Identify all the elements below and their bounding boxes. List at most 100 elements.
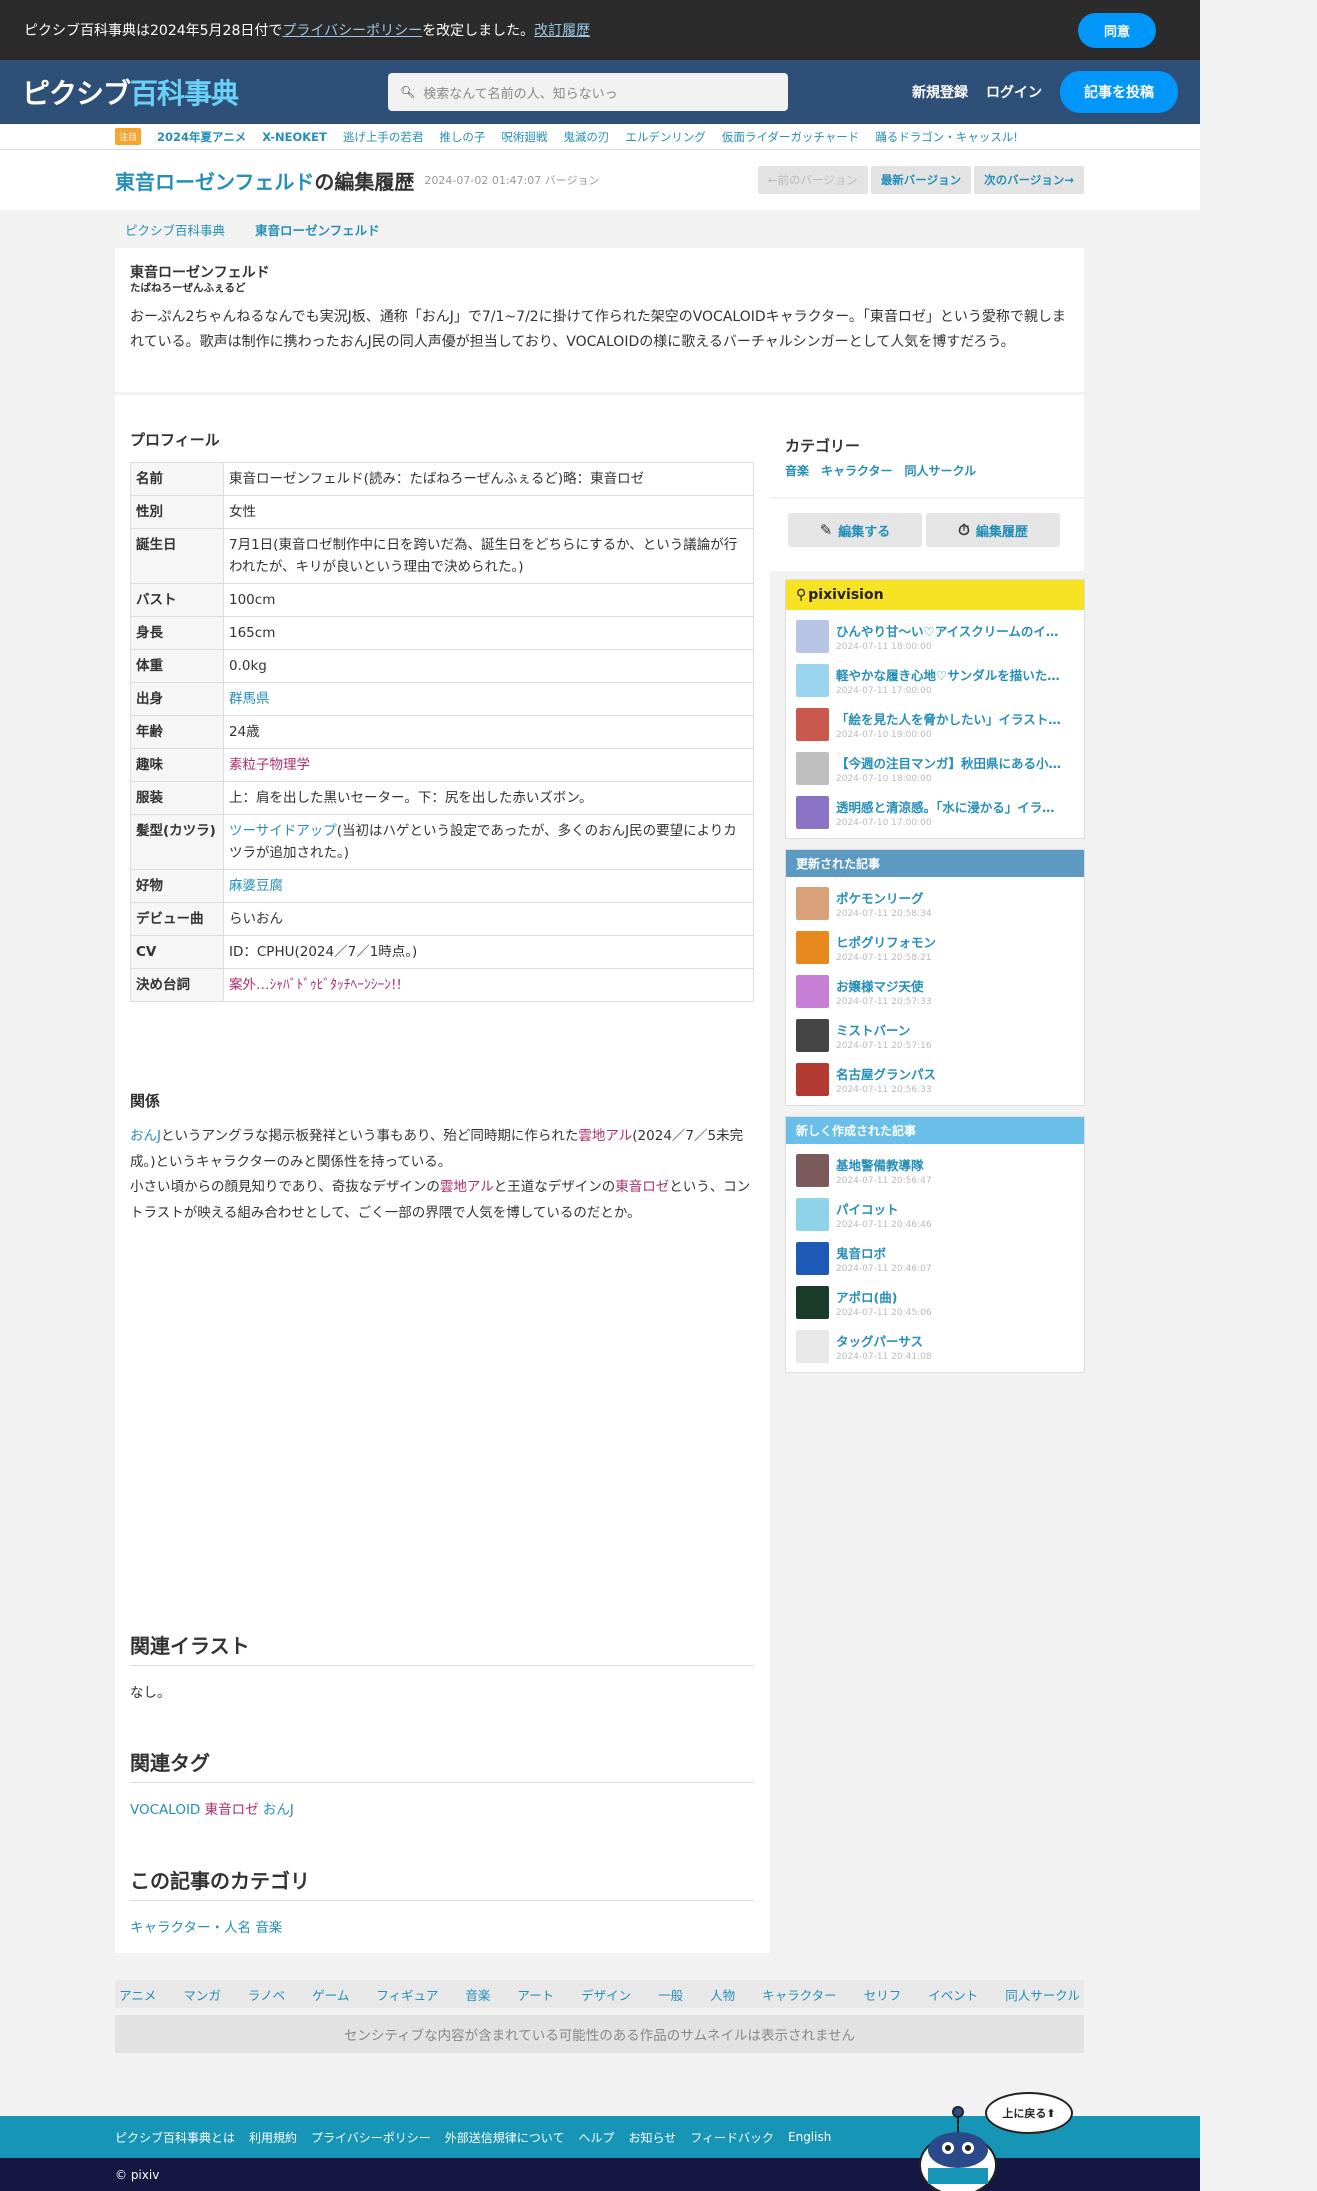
kumochi-aru-link[interactable]: 雲地アル (578, 1128, 632, 1144)
footer-genre-link[interactable]: ラノベ (248, 1985, 285, 2004)
list-item-title[interactable]: 「絵を見た人を脅かしたい」イラストレーター (836, 709, 1066, 728)
trend-item[interactable]: 踊るドラゴン・キャッスル! (875, 129, 1018, 145)
footer-genre-link[interactable]: デザイン (581, 1985, 631, 2004)
latest-version-button[interactable]: 最新バージョン (870, 166, 972, 194)
list-item[interactable]: 【今週の注目マンガ】秋田県にある小さな町 2024-07-10 18:00:00 (786, 746, 1084, 790)
trend-item[interactable]: 2024年夏アニメ (157, 129, 246, 145)
list-item[interactable]: 透明感と清涼感。「水に浸かる」イラスト特集2024-07-10 17:00:00 (786, 790, 1084, 834)
site-logo[interactable]: ピクシブ百科事典 (22, 72, 239, 112)
trend-item[interactable]: 鬼滅の刃 (563, 129, 609, 145)
thumbnail[interactable] (796, 619, 829, 653)
tag-link[interactable]: おんJ (263, 1802, 294, 1818)
list-item-title[interactable]: ポケモンリーグ (836, 888, 1066, 907)
footer-genre-link[interactable]: アニメ (119, 1985, 156, 2004)
footer-link[interactable]: フィードバック (690, 2129, 774, 2146)
footer-genre-link[interactable]: フィギュア (376, 1985, 438, 2004)
list-item[interactable]: 「絵を見た人を脅かしたい」イラストレーター2024-07-10 19:00:00 (786, 702, 1084, 746)
category-link[interactable]: 音楽 (785, 462, 809, 479)
list-item-title[interactable]: 名古屋グランパス (836, 1064, 1066, 1083)
footer-link[interactable]: ヘルプ (578, 2129, 614, 2146)
category-link[interactable]: キャラクター (821, 462, 893, 479)
thumbnail[interactable] (796, 663, 829, 697)
list-item[interactable]: ヒポグリフォモン 2024-07-11 20:58:21 (786, 925, 1084, 969)
list-item[interactable]: アポロ(曲) 2024-07-11 20:45:06 (786, 1280, 1084, 1324)
profile-value-link[interactable]: ツーサイドアップ (229, 823, 337, 839)
list-item[interactable]: ひんやり甘〜い♡アイスクリームのイラスト特集2024-07-11 18:00:0… (786, 614, 1084, 658)
thumbnail[interactable] (796, 1285, 829, 1319)
edit-button[interactable]: ✎ 編集する (788, 513, 922, 547)
footer-link[interactable]: 利用規約 (249, 2129, 297, 2146)
footer-link[interactable]: 外部送信規律について (445, 2129, 565, 2146)
list-item-title[interactable]: アポロ(曲) (836, 1287, 1066, 1306)
footer-link[interactable]: プライバシーポリシー (311, 2129, 431, 2146)
footer-genre-link[interactable]: 同人サークル (1005, 1985, 1080, 2004)
footer-genre-link[interactable]: 音楽 (465, 1985, 490, 2004)
login-link[interactable]: ログイン (986, 82, 1042, 102)
footer-genre-link[interactable]: ゲーム (312, 1985, 349, 2004)
history-button[interactable]: ⏱ 編集履歴 (926, 513, 1060, 547)
breadcrumb-root[interactable]: ピクシブ百科事典 (125, 220, 225, 239)
back-to-top-button[interactable]: 上に戻る⬆ (985, 2092, 1073, 2134)
list-item-title[interactable]: 鬼音ロボ (836, 1243, 1066, 1262)
list-item[interactable]: 名古屋グランパス 2024-07-11 20:56:33 (786, 1057, 1084, 1101)
thumbnail[interactable] (796, 1153, 829, 1187)
list-item[interactable]: タッグパーサス 2024-07-11 20:41:08 (786, 1324, 1084, 1368)
thumbnail[interactable] (796, 707, 829, 741)
list-item[interactable]: ポケモンリーグ 2024-07-11 20:58:34 (786, 881, 1084, 925)
thumbnail[interactable] (796, 751, 829, 785)
register-link[interactable]: 新規登録 (912, 82, 968, 102)
list-item-title[interactable]: 基地警備教導隊 (836, 1155, 1066, 1174)
privacy-policy-link[interactable]: プライバシーポリシー (282, 20, 422, 40)
thumbnail[interactable] (796, 795, 829, 829)
list-item-title[interactable]: お嬢様マジ天使 (836, 976, 1066, 995)
profile-value-link[interactable]: 麻婆豆腐 (229, 878, 283, 894)
thumbnail[interactable] (796, 1062, 829, 1096)
breadcrumb-current[interactable]: 東音ローゼンフェルド (255, 220, 380, 239)
category-link[interactable]: 同人サークル (905, 462, 977, 479)
list-item[interactable]: 軽やかな履き心地♡サンダルを描いたイラスト特集2024-07-11 17:00:… (786, 658, 1084, 702)
tabane-roze-link[interactable]: 東音ロゼ (615, 1179, 669, 1195)
thumbnail[interactable] (796, 1241, 829, 1275)
agree-button[interactable]: 同意 (1077, 12, 1156, 48)
footer-link[interactable]: English (788, 2130, 831, 2144)
subject-link[interactable]: 東音ローゼンフェルド (115, 170, 314, 194)
footer-genre-link[interactable]: 人物 (710, 1985, 735, 2004)
profile-value-link[interactable]: 素粒子物理学 (229, 757, 310, 773)
thumbnail[interactable] (796, 930, 829, 964)
category-link[interactable]: 音楽 (255, 1920, 282, 1936)
trend-item[interactable]: 呪術廻戦 (501, 129, 547, 145)
tag-link[interactable]: VOCALOID (130, 1802, 200, 1818)
profile-value-link[interactable]: 案外…ｼｬﾊﾞﾄﾞｩﾋﾞﾀｯﾁﾍｰﾝｼｰﾝ!! (229, 977, 402, 993)
footer-genre-link[interactable]: 一般 (658, 1985, 683, 2004)
list-item[interactable]: 鬼音ロボ 2024-07-11 20:46:07 (786, 1236, 1084, 1280)
list-item-title[interactable]: 透明感と清涼感。「水に浸かる」イラスト特集 (836, 797, 1066, 816)
trend-item[interactable]: 推しの子 (439, 129, 485, 145)
list-item[interactable]: ミストバーン 2024-07-11 20:57:16 (786, 1013, 1084, 1057)
list-item[interactable]: パイコット 2024-07-11 20:46:46 (786, 1192, 1084, 1236)
thumbnail[interactable] (796, 974, 829, 1008)
footer-genre-link[interactable]: マンガ (183, 1985, 221, 2004)
list-item-title[interactable]: 【今週の注目マンガ】秋田県にある小さな町 (836, 753, 1066, 772)
list-item-title[interactable]: タッグパーサス (836, 1331, 1066, 1350)
thumbnail[interactable] (796, 1329, 829, 1363)
revision-history-link[interactable]: 改訂履歴 (534, 20, 590, 40)
list-item-title[interactable]: 軽やかな履き心地♡サンダルを描いたイラスト特集 (836, 665, 1066, 684)
trend-item[interactable]: エルデンリング (625, 129, 706, 145)
onj-link[interactable]: おんJ (130, 1128, 161, 1144)
trend-item[interactable]: 仮面ライダーガッチャード (722, 129, 859, 145)
trend-item[interactable]: X-NEOKET (262, 130, 327, 144)
footer-genre-link[interactable]: セリフ (864, 1985, 902, 2004)
footer-link[interactable]: お知らせ (628, 2129, 676, 2146)
category-link[interactable]: キャラクター・人名 (130, 1920, 251, 1936)
list-item-title[interactable]: ミストバーン (836, 1020, 1066, 1039)
list-item-title[interactable]: パイコット (836, 1199, 1066, 1218)
thumbnail[interactable] (796, 1018, 829, 1052)
footer-link[interactable]: ピクシブ百科事典とは (115, 2129, 235, 2146)
footer-genre-link[interactable]: アート (517, 1985, 554, 2004)
tag-link[interactable]: 東音ロゼ (205, 1802, 259, 1818)
next-version-button[interactable]: 次のバージョン→ (974, 166, 1084, 194)
list-item[interactable]: 基地警備教導隊 2024-07-11 20:56:47 (786, 1148, 1084, 1192)
kumochi-aru-link[interactable]: 雲地アル (440, 1179, 494, 1195)
footer-genre-link[interactable]: イベント (928, 1985, 978, 2004)
footer-genre-link[interactable]: キャラクター (762, 1985, 837, 2004)
